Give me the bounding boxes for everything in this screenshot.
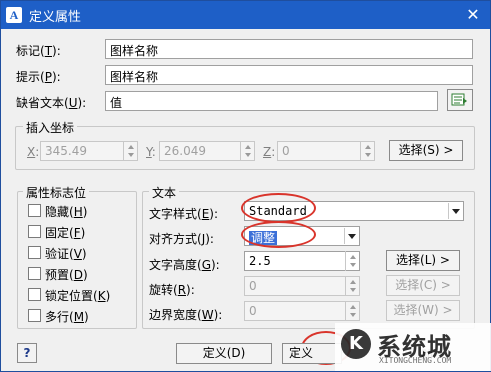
verify-label: 验证(V) <box>45 247 87 261</box>
text-height-label: 文字高度(G): <box>149 258 220 272</box>
title-bar: A 定义属性 ✕ <box>1 1 490 29</box>
define-exit-button[interactable]: 定义 <box>282 343 342 364</box>
define-button[interactable]: 定义(D) <box>176 343 272 364</box>
watermark-logo: K <box>341 329 371 359</box>
define-attribute-dialog: A 定义属性 ✕ 标记(T): 图样名称 提示(P): 图样名称 缺省文本(U)… <box>0 0 491 372</box>
watermark: K 系统城 XITONGCHENG.COM <box>335 323 491 371</box>
lock-position-label: 锁定位置(K) <box>45 289 111 303</box>
insert-coords-title: 插入坐标 <box>23 119 78 136</box>
hidden-label: 隐藏(H) <box>45 205 88 219</box>
z-spinner[interactable] <box>360 141 374 161</box>
default-text-label: 缺省文本(U): <box>16 96 87 110</box>
alignment-annotation-ellipse <box>241 221 316 248</box>
x-spinner[interactable] <box>123 141 137 161</box>
preset-label: 预置(D) <box>45 268 88 282</box>
help-icon[interactable]: ? <box>17 343 37 363</box>
chevron-down-icon <box>344 228 358 244</box>
z-label: Z: <box>263 145 276 159</box>
default-text-input[interactable]: 值 <box>105 91 438 111</box>
verify-checkbox[interactable] <box>28 246 41 259</box>
field-insert-icon <box>451 93 467 106</box>
boundary-width-spinner[interactable] <box>345 301 359 321</box>
fixed-label: 固定(F) <box>45 226 86 240</box>
prompt-input[interactable]: 图样名称 <box>105 65 473 85</box>
rotation-input[interactable]: 0 <box>244 276 360 296</box>
tag-input[interactable]: 图样名称 <box>105 39 473 59</box>
dialog-title: 定义属性 <box>29 10 82 25</box>
close-icon[interactable]: ✕ <box>463 5 483 25</box>
width-select-button[interactable]: 选择(W) > <box>386 300 460 321</box>
boundary-width-label: 边界宽度(W): <box>149 308 223 322</box>
lock-position-checkbox[interactable] <box>28 288 41 301</box>
boundary-width-input[interactable]: 0 <box>244 301 360 321</box>
app-icon: A <box>6 7 22 23</box>
rotation-label: 旋转(R): <box>149 283 195 297</box>
text-group-title: 文本 <box>149 184 180 201</box>
x-label: X: <box>27 145 40 159</box>
y-spinner[interactable] <box>240 141 254 161</box>
height-select-button[interactable]: 选择(L) > <box>386 250 460 271</box>
insert-select-button[interactable]: 选择(S) > <box>389 140 463 161</box>
prompt-label: 提示(P): <box>16 70 61 84</box>
tag-label: 标记(T): <box>16 44 61 58</box>
insert-field-button[interactable] <box>447 89 473 111</box>
preset-checkbox[interactable] <box>28 267 41 280</box>
multiline-label: 多行(M) <box>45 310 89 324</box>
text-height-spinner[interactable] <box>345 251 359 271</box>
multiline-checkbox[interactable] <box>28 309 41 322</box>
style-annotation-ellipse <box>241 193 316 223</box>
alignment-label: 对齐方式(J): <box>149 232 214 246</box>
rotation-select-button[interactable]: 选择(C) > <box>386 275 460 296</box>
text-height-input[interactable]: 2.5 <box>244 251 360 271</box>
fixed-checkbox[interactable] <box>28 225 41 238</box>
rotation-spinner[interactable] <box>345 276 359 296</box>
y-label: Y: <box>146 145 156 159</box>
text-style-label: 文字样式(E): <box>149 207 219 221</box>
chevron-down-icon <box>448 203 462 219</box>
hidden-checkbox[interactable] <box>28 204 41 217</box>
attribute-flags-title: 属性标志位 <box>23 184 90 201</box>
watermark-subtext: XITONGCHENG.COM <box>379 356 452 365</box>
